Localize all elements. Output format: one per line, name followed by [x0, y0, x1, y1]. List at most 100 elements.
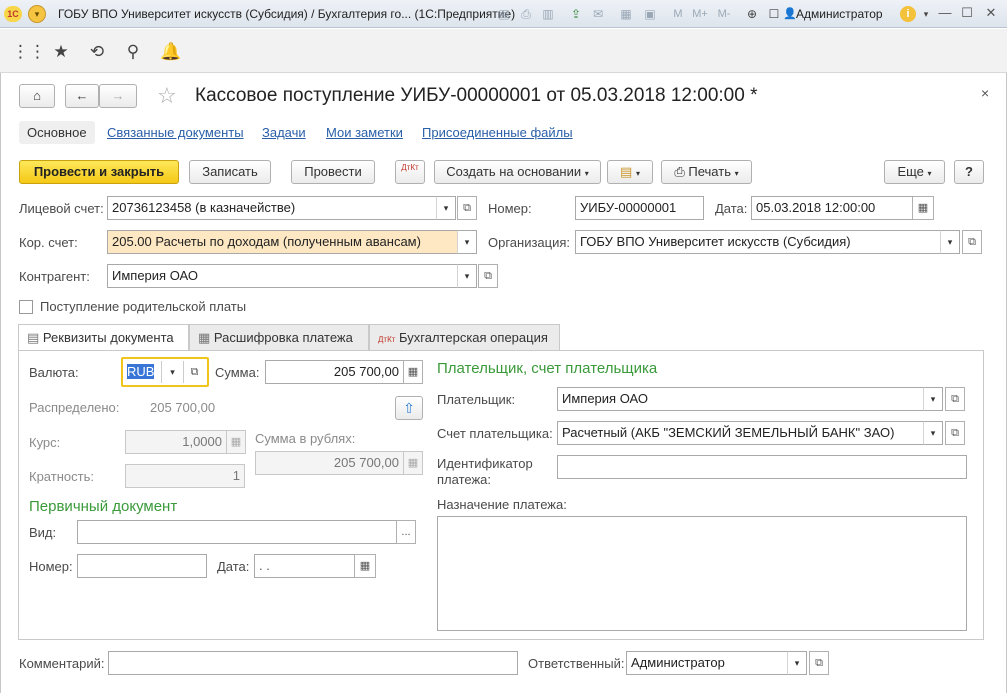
date-field[interactable]: 05.03.2018 12:00:00 [751, 196, 913, 220]
link-icon[interactable]: ⇪ [568, 6, 584, 22]
payer-field[interactable]: Империя ОАО [557, 387, 924, 411]
info-icon[interactable]: i [900, 6, 916, 22]
currency-dropdown-icon[interactable]: ▾ [161, 361, 183, 383]
apps-grid-icon[interactable]: ⋮⋮ [12, 41, 46, 63]
contractor-field[interactable]: Империя ОАО [107, 264, 458, 288]
zoom-icon[interactable]: ⊕ [744, 6, 760, 22]
post-and-close-button[interactable]: Провести и закрыть [19, 160, 179, 184]
calculator-icon[interactable]: ▦ [403, 360, 423, 384]
tab-payment-breakdown[interactable]: ▦ Расшифровка платежа [189, 324, 369, 350]
account-field[interactable]: 20736123458 (в казначействе) [107, 196, 437, 220]
preview-icon[interactable]: ▥ [540, 6, 556, 22]
multiplicity-field[interactable]: 1 [125, 464, 245, 488]
main-menu-button[interactable]: ▾ [28, 5, 46, 23]
create-based-on-button[interactable]: Создать на основании ▾ [434, 160, 601, 184]
payer-dropdown-icon[interactable]: ▾ [923, 387, 943, 411]
contractor-dropdown-icon[interactable]: ▾ [457, 264, 477, 288]
memory-m-icon[interactable]: M [670, 6, 686, 22]
rate-label: Курс: [29, 435, 61, 450]
help-button[interactable]: ? [954, 160, 984, 184]
responsible-dropdown-icon[interactable]: ▾ [787, 651, 807, 675]
payer-account-dropdown-icon[interactable]: ▾ [923, 421, 943, 445]
tab-main[interactable]: Основное [19, 121, 95, 144]
parent-fee-checkbox[interactable] [19, 300, 33, 314]
tab-requisites[interactable]: ▤ Реквизиты документа [18, 324, 189, 351]
corr-account-field[interactable]: 205.00 Расчеты по доходам (полученным ав… [107, 230, 458, 254]
payer-account-open-icon[interactable]: ⧉ [945, 421, 965, 445]
dtkt-button[interactable]: ДтКт [395, 160, 425, 184]
printer-icon: ⎙ [674, 164, 685, 179]
close-form-icon[interactable]: × [981, 85, 989, 101]
current-user[interactable]: Администратор [796, 7, 883, 21]
doc-date-field[interactable]: . . [254, 554, 355, 578]
sum-rub-field[interactable]: 205 700,00 [255, 451, 404, 475]
attach-menu-button[interactable]: ▤ ▾ [607, 160, 653, 184]
sum-rub-calculator-icon[interactable]: ▦ [403, 451, 423, 475]
calendar-icon[interactable]: ▣ [642, 6, 658, 22]
organization-dropdown-icon[interactable]: ▾ [940, 230, 960, 254]
responsible-open-icon[interactable]: ⧉ [809, 651, 829, 675]
kind-field[interactable] [77, 520, 397, 544]
attach-icon[interactable]: ✉ [590, 6, 606, 22]
calculator-icon[interactable]: ▦ [618, 6, 634, 22]
more-button[interactable]: Еще ▾ [884, 160, 945, 184]
post-button[interactable]: Провести [291, 160, 375, 184]
kind-label: Вид: [29, 525, 57, 540]
history-icon[interactable]: ⟲ [86, 41, 108, 63]
organization-field[interactable]: ГОБУ ВПО Университет искусств (Субсидия) [575, 230, 941, 254]
forward-button[interactable]: → [99, 84, 137, 108]
number-field[interactable]: УИБУ-00000001 [575, 196, 704, 220]
table-icon: ▦ [198, 330, 211, 345]
payer-section-title: Плательщик, счет плательщика [437, 360, 658, 377]
payment-id-field[interactable] [557, 455, 967, 479]
doc-date-calendar-icon[interactable]: ▦ [354, 554, 376, 578]
document-icon: ▤ [27, 330, 40, 345]
corr-account-dropdown-icon[interactable]: ▾ [457, 230, 477, 254]
organization-open-icon[interactable]: ⧉ [962, 230, 982, 254]
search-icon[interactable]: ⚲ [122, 41, 144, 63]
account-open-icon[interactable]: ⧉ [457, 196, 477, 220]
minimize-icon[interactable]: — [936, 6, 954, 22]
account-dropdown-icon[interactable]: ▾ [436, 196, 456, 220]
tab-notes[interactable]: Мои заметки [326, 125, 403, 140]
kind-select-button[interactable]: ... [396, 520, 416, 544]
comment-field[interactable] [108, 651, 518, 675]
payer-open-icon[interactable]: ⧉ [945, 387, 965, 411]
tab-tasks[interactable]: Задачи [262, 125, 306, 140]
print-icon[interactable]: ⎙ [518, 6, 534, 22]
tab-related-docs[interactable]: Связанные документы [107, 125, 244, 140]
notifications-bell-icon[interactable]: 🔔 [160, 41, 182, 63]
rate-calculator-icon[interactable]: ▦ [226, 430, 246, 454]
home-button[interactable]: ⌂ [19, 84, 55, 108]
chevron-down-icon: ▾ [734, 169, 739, 178]
close-window-icon[interactable]: ✕ [982, 6, 1000, 22]
save-icon[interactable]: ▤ [496, 6, 512, 22]
rate-field[interactable]: 1,0000 [125, 430, 227, 454]
purpose-textarea[interactable] [437, 516, 967, 631]
favorite-star-icon[interactable]: ☆ [157, 83, 177, 109]
arrow-up-button[interactable]: ⇧ [395, 396, 423, 420]
print-button[interactable]: ⎙ Печать ▾ [661, 160, 752, 184]
contractor-open-icon[interactable]: ⧉ [478, 264, 498, 288]
currency-field[interactable]: RUB [125, 361, 161, 383]
responsible-field[interactable]: Администратор [626, 651, 788, 675]
doc-number-field[interactable] [77, 554, 207, 578]
favorites-star-icon[interactable]: ★ [50, 41, 72, 63]
tab-requisites-label: Реквизиты документа [42, 330, 174, 345]
tab-accounting-operation[interactable]: ДтКт Бухгалтерская операция [369, 324, 560, 350]
tab-payment-breakdown-label: Расшифровка платежа [213, 330, 353, 345]
dtkt-icon: ДтКт [401, 163, 419, 172]
calendar-icon[interactable]: ▦ [912, 196, 934, 220]
sum-field[interactable]: 205 700,00 [265, 360, 404, 384]
memory-mplus-icon[interactable]: M+ [692, 6, 708, 22]
memory-mminus-icon[interactable]: M- [716, 6, 732, 22]
more-label: Еще [897, 164, 924, 179]
windows-icon[interactable]: ☐ [766, 6, 782, 22]
payer-account-field[interactable]: Расчетный (АКБ "ЗЕМСКИЙ ЗЕМЕЛЬНЫЙ БАНК" … [557, 421, 924, 445]
back-button[interactable]: ← [65, 84, 99, 108]
tab-attached-files[interactable]: Присоединенные файлы [422, 125, 573, 140]
save-button[interactable]: Записать [189, 160, 271, 184]
currency-open-icon[interactable]: ⧉ [183, 361, 205, 383]
info-dropdown-icon[interactable]: ▾ [918, 6, 934, 22]
maximize-icon[interactable]: ☐ [958, 6, 976, 22]
